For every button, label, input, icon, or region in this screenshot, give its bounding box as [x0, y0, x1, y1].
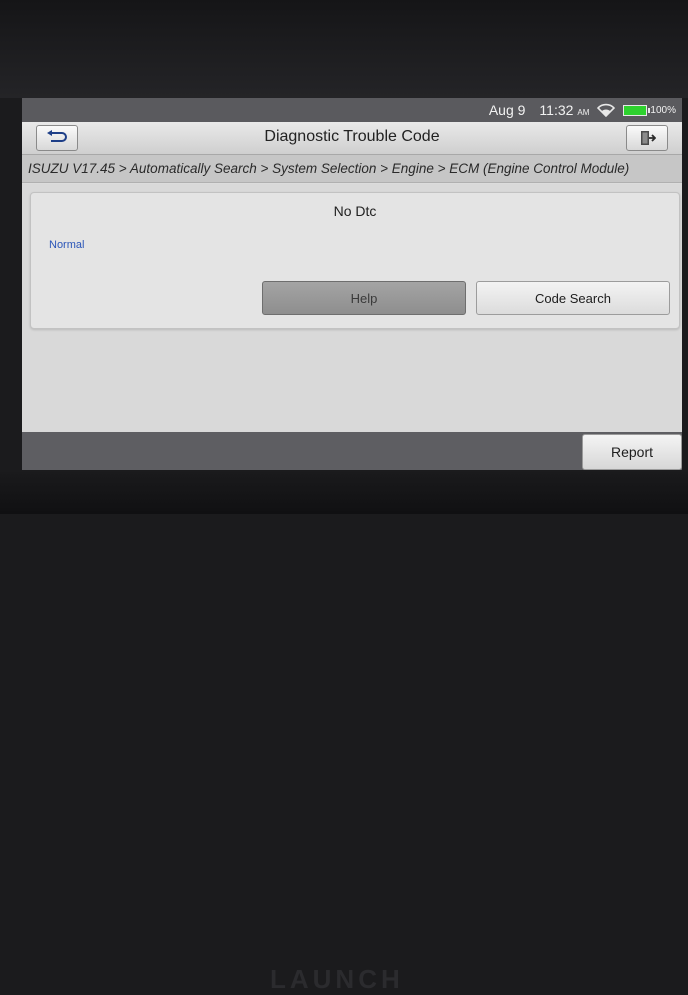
- dtc-result-card: No Dtc Normal Help Code Search: [30, 192, 680, 329]
- wifi-icon: [597, 103, 616, 117]
- status-normal-text: Normal: [49, 239, 85, 251]
- battery-icon: [623, 104, 651, 116]
- content-area: No Dtc Normal Help Code Search: [22, 184, 682, 432]
- exit-door-icon: [641, 131, 656, 145]
- status-time: 11:32: [539, 102, 574, 118]
- title-bar: Diagnostic Trouble Code: [22, 122, 682, 155]
- device-screen: Aug 9 11:32 AM 100% Diagnostic Trouble C…: [22, 98, 682, 470]
- help-button[interactable]: Help: [262, 281, 466, 315]
- page-title: Diagnostic Trouble Code: [264, 128, 440, 145]
- exit-button[interactable]: [626, 125, 668, 151]
- device-brand-logo: LAUNCH: [270, 964, 404, 994]
- device-bezel-bottom: LAUNCH: [0, 472, 688, 994]
- status-date: Aug 9: [488, 102, 526, 118]
- status-ampm: AM: [577, 108, 590, 117]
- device-bezel-top: [0, 0, 688, 98]
- breadcrumb: ISUZU V17.45 > Automatically Search > Sy…: [22, 155, 682, 183]
- battery-percent: 100%: [650, 104, 676, 116]
- report-button[interactable]: Report: [582, 434, 682, 470]
- status-bar: Aug 9 11:32 AM 100%: [22, 98, 682, 122]
- code-search-button[interactable]: Code Search: [476, 281, 670, 315]
- bottom-toolbar: Report: [22, 432, 682, 470]
- dtc-heading: No Dtc: [333, 203, 377, 219]
